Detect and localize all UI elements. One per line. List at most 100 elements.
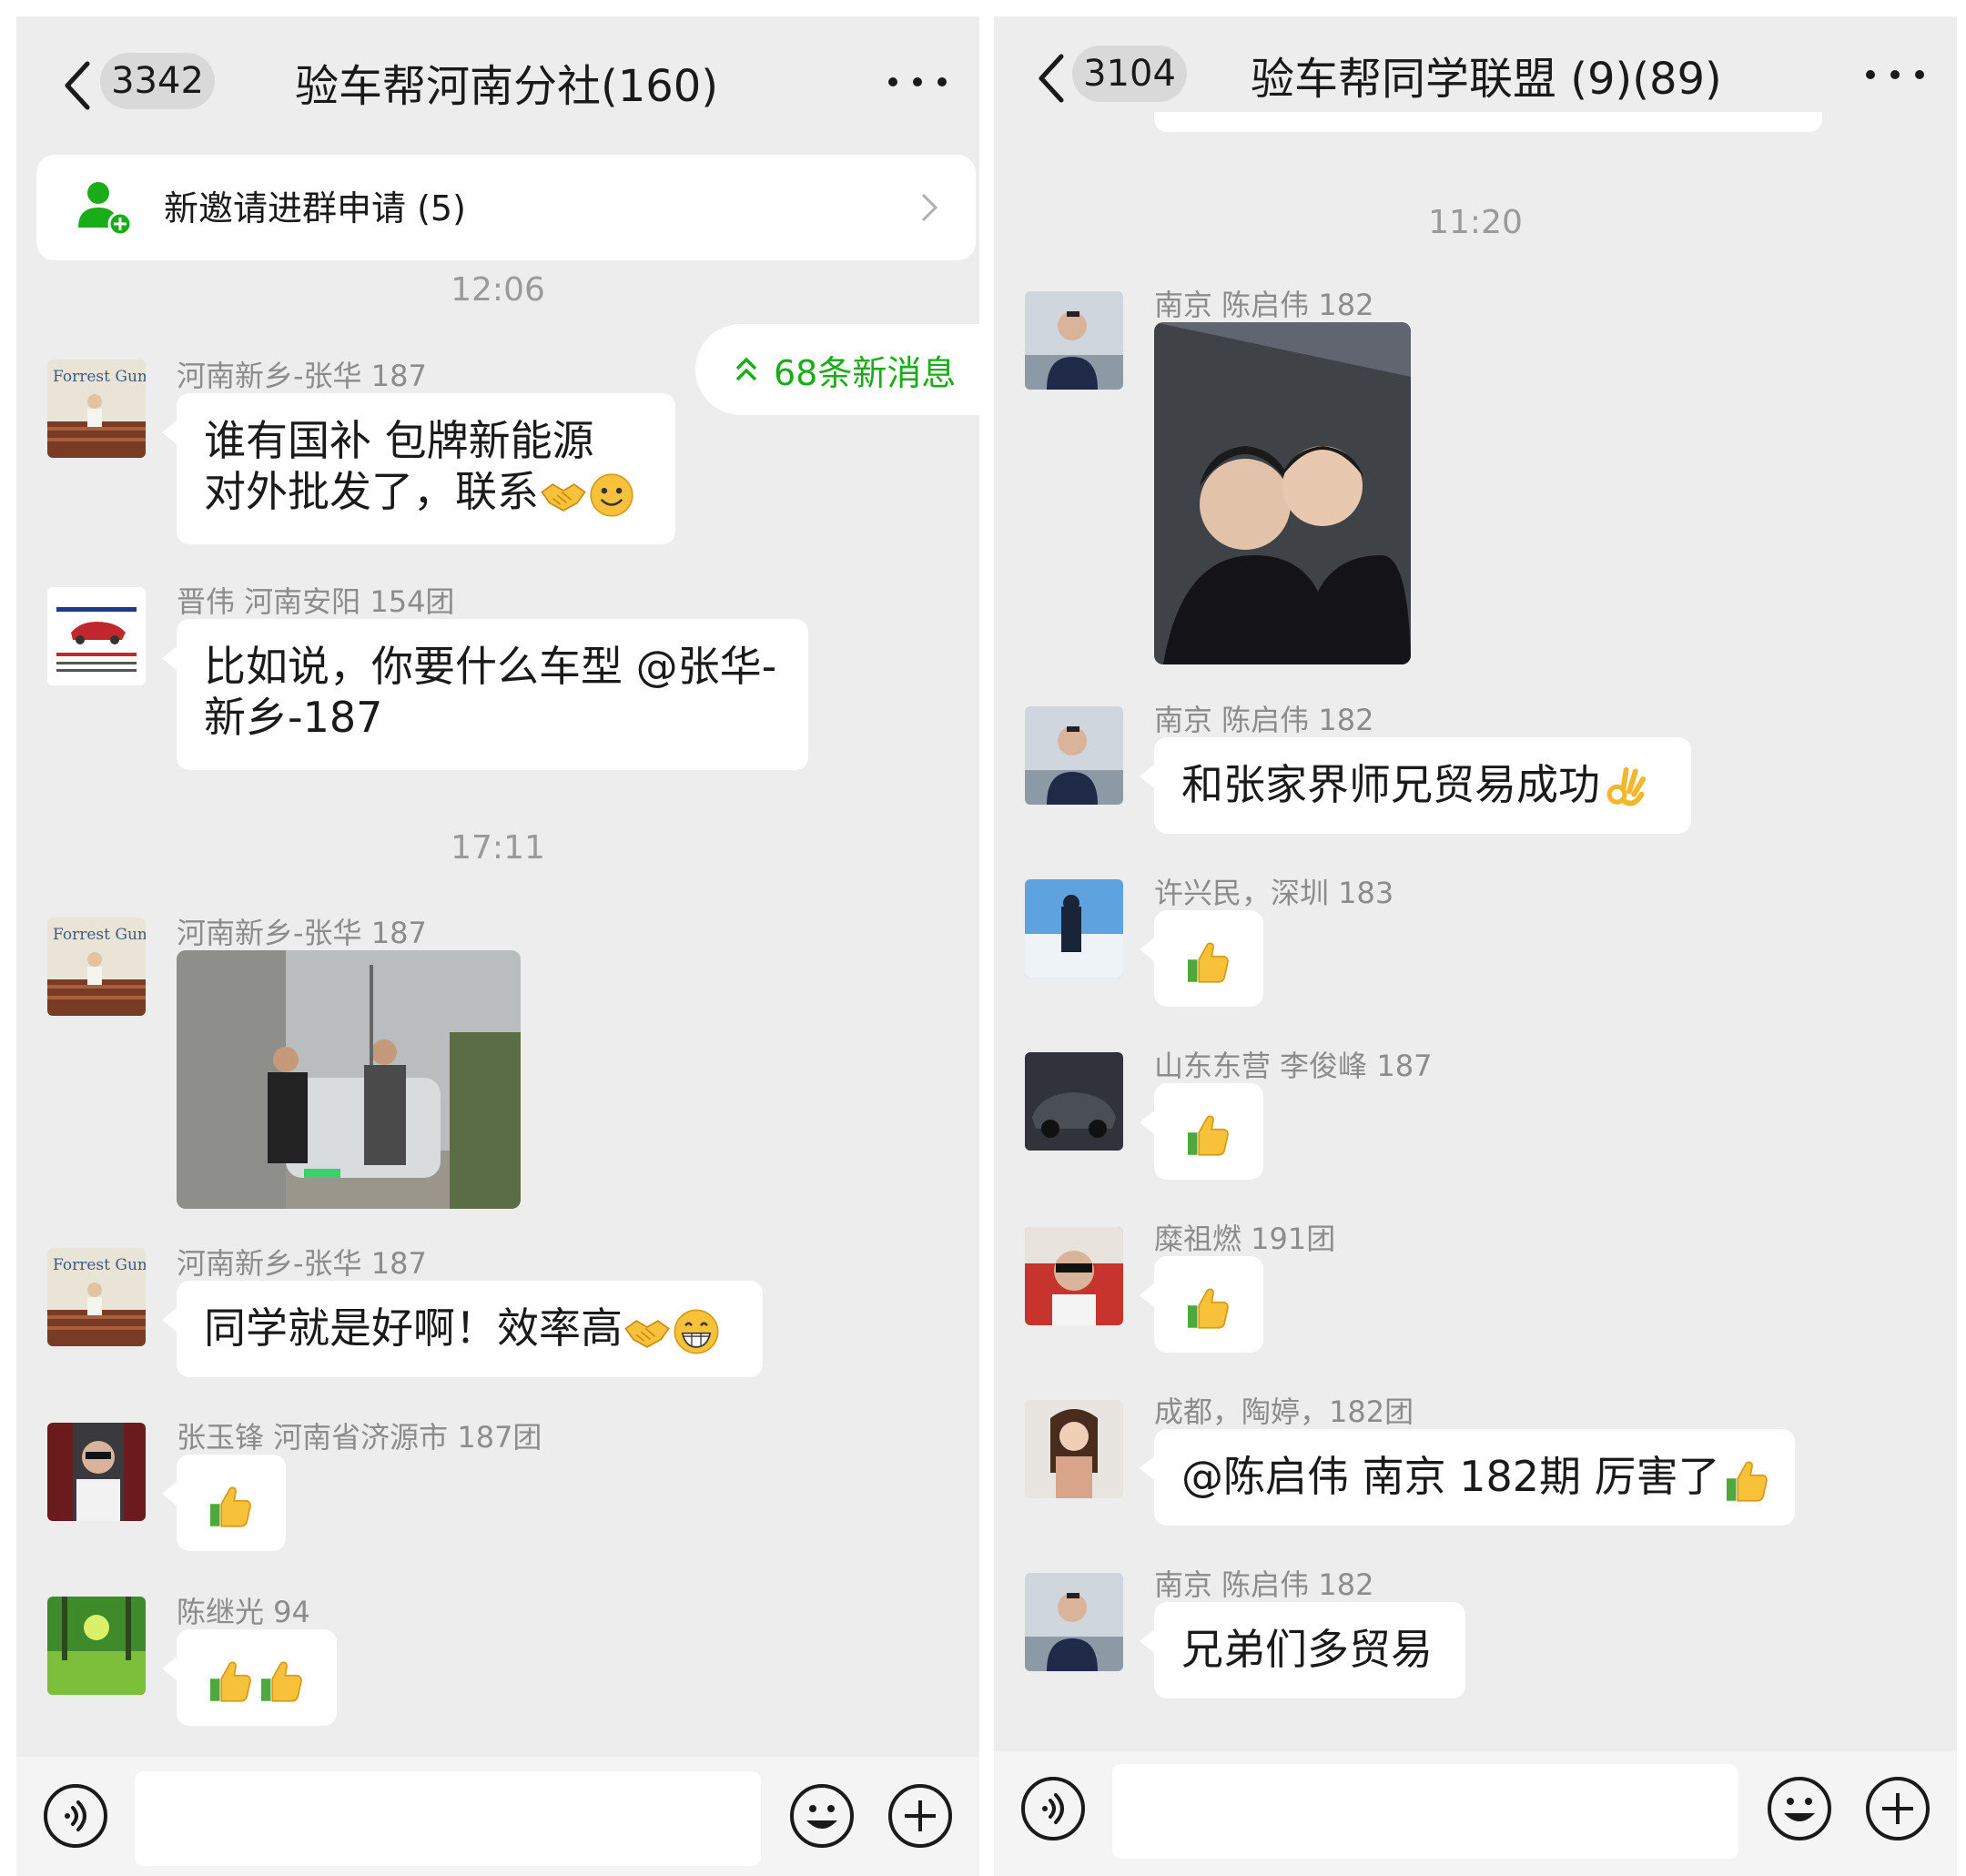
message-bubble[interactable]: 和张家界师兄贸易成功: [1140, 737, 1691, 834]
voice-icon[interactable]: [1019, 1775, 1087, 1842]
sender-name: 河南新乡-张华 187: [177, 359, 427, 393]
message-bubble[interactable]: [1140, 910, 1263, 1007]
avatar[interactable]: [1025, 706, 1123, 805]
invite-request-label: 新邀请进群申请 (5): [164, 188, 466, 228]
sender-name: 张玉锋 河南省济源市 187团: [177, 1420, 542, 1455]
avatar[interactable]: [1025, 291, 1123, 390]
thumbs-up-emoji-icon: [1181, 1109, 1232, 1160]
forest-avatar: [47, 1597, 146, 1695]
avatar[interactable]: [1025, 1052, 1123, 1151]
voice-icon[interactable]: [42, 1782, 109, 1850]
thumbs-up-emoji-icon: [255, 1655, 306, 1706]
sender-name: 成都，陶婷，182团: [1154, 1394, 1414, 1429]
person-avatar: [1025, 1400, 1123, 1498]
message-input[interactable]: [135, 1771, 761, 1866]
sender-name: 河南新乡-张华 187: [177, 916, 427, 950]
message-text: 新乡-187: [204, 693, 383, 742]
message-text: 和张家界师兄贸易成功: [1181, 760, 1600, 809]
plus-icon[interactable]: [887, 1782, 954, 1850]
unread-count-badge[interactable]: 3342: [100, 53, 215, 109]
message-bubble[interactable]: 同学就是好啊！效率高: [162, 1281, 763, 1377]
chevron-right-icon: [921, 193, 938, 222]
back-icon[interactable]: [56, 56, 98, 115]
back-icon[interactable]: [1030, 49, 1072, 107]
plus-icon[interactable]: [1864, 1775, 1931, 1842]
message-input[interactable]: [1112, 1764, 1738, 1859]
chat-panel-left: 3342 验车帮河南分社(160) 新邀请进群申请 (5) 12:06 68条新…: [16, 16, 979, 1876]
new-messages-pill[interactable]: 68条新消息: [695, 324, 979, 415]
smile-emoji-icon: [588, 472, 635, 519]
snow-landscape-avatar: [1025, 879, 1123, 978]
forrest-gump-avatar: Forrest Gump: [47, 1248, 146, 1346]
message-text: 比如说，你要什么车型 @张华-: [204, 642, 777, 691]
message-text: @陈启伟 南京 182期 厉害了: [1181, 1452, 1720, 1501]
chat-header: 3342 验车帮河南分社(160): [16, 16, 979, 144]
sender-name: 山东东营 李俊峰 187: [1154, 1049, 1433, 1083]
ok-hand-emoji-icon: [1600, 764, 1649, 813]
avatar[interactable]: [47, 587, 146, 685]
avatar[interactable]: [1025, 879, 1123, 978]
emoji-icon[interactable]: [788, 1782, 856, 1850]
avatar[interactable]: Forrest Gump: [47, 1248, 146, 1346]
message-bubble[interactable]: [1154, 112, 1822, 132]
message-text: 同学就是好啊！效率高: [204, 1303, 623, 1353]
selfie-photo-image: [1154, 322, 1411, 664]
avatar[interactable]: [1025, 1227, 1123, 1325]
selfie-photo[interactable]: [1154, 322, 1411, 664]
timestamp: 11:20: [1428, 204, 1523, 241]
thumbs-up-emoji-icon: [1181, 1282, 1232, 1333]
car-avatar: [1025, 1052, 1123, 1151]
message-bubble[interactable]: [162, 1629, 337, 1726]
message-bubble[interactable]: 谁有国补 包牌新能源 对外批发了，联系: [162, 393, 675, 544]
more-options-icon[interactable]: [1866, 58, 1924, 91]
sender-name: 晋伟 河南安阳 154团: [177, 584, 455, 619]
forrest-gump-avatar: Forrest Gump: [47, 918, 146, 1016]
handshake-photo-image: [177, 950, 521, 1209]
unread-count-badge[interactable]: 3104: [1072, 46, 1187, 102]
timestamp: 12:06: [451, 271, 545, 309]
avatar[interactable]: Forrest Gump: [47, 360, 146, 458]
thumbs-up-emoji-icon: [204, 1655, 255, 1706]
add-member-icon: [78, 182, 133, 237]
svg-text:Forrest Gump: Forrest Gump: [53, 368, 146, 386]
message-bubble[interactable]: [162, 1455, 286, 1551]
chat-title: 验车帮河南分社(160): [295, 61, 719, 112]
message-bubble[interactable]: @陈启伟 南京 182期 厉害了: [1140, 1429, 1795, 1526]
svg-text:Forrest Gump: Forrest Gump: [53, 926, 146, 944]
avatar[interactable]: Forrest Gump: [47, 918, 146, 1016]
sender-name: 河南新乡-张华 187: [177, 1246, 427, 1281]
message-bubble[interactable]: 比如说，你要什么车型 @张华- 新乡-187: [162, 619, 808, 770]
handshake-photo[interactable]: [177, 950, 521, 1209]
chat-title: 验车帮同学联盟 (9)(89): [1251, 54, 1722, 105]
input-bar: [16, 1757, 979, 1876]
new-messages-label: 68条新消息: [774, 352, 957, 393]
person-avatar: [1025, 1573, 1123, 1671]
svg-text:Forrest Gump: Forrest Gump: [53, 1256, 146, 1274]
handshake-emoji-icon: [539, 471, 588, 520]
sender-name: 糜祖燃 191团: [1154, 1222, 1336, 1256]
message-text: 对外批发了，联系: [204, 467, 539, 516]
person-avatar: [47, 1423, 146, 1521]
avatar[interactable]: [47, 1597, 146, 1695]
sender-name: 陈继光 94: [177, 1595, 310, 1629]
sender-name: 南京 陈启伟 182: [1154, 1567, 1374, 1602]
message-bubble[interactable]: [1140, 1083, 1263, 1180]
message-bubble[interactable]: 兄弟们多贸易: [1140, 1602, 1465, 1699]
person-avatar: [1025, 291, 1123, 390]
sender-name: 南京 陈启伟 182: [1154, 703, 1374, 737]
sender-name: 南京 陈启伟 182: [1154, 288, 1374, 322]
thumbs-up-emoji-icon: [1720, 1455, 1771, 1506]
double-chevron-up-icon: [735, 357, 757, 381]
emoji-icon[interactable]: [1766, 1775, 1833, 1842]
timestamp: 17:11: [451, 829, 545, 867]
thumbs-up-emoji-icon: [204, 1480, 255, 1531]
chat-panel-right: 3104 验车帮同学联盟 (9)(89) 11:20 南京 陈启伟 182 南京…: [994, 16, 1957, 1876]
more-options-icon[interactable]: [888, 66, 947, 98]
grin-emoji-icon: [672, 1307, 721, 1356]
company-logo-avatar: [47, 587, 146, 685]
avatar[interactable]: [1025, 1400, 1123, 1498]
message-bubble[interactable]: [1140, 1256, 1263, 1353]
invite-request-bar[interactable]: 新邀请进群申请 (5): [36, 155, 976, 260]
avatar[interactable]: [47, 1423, 146, 1521]
avatar[interactable]: [1025, 1573, 1123, 1671]
